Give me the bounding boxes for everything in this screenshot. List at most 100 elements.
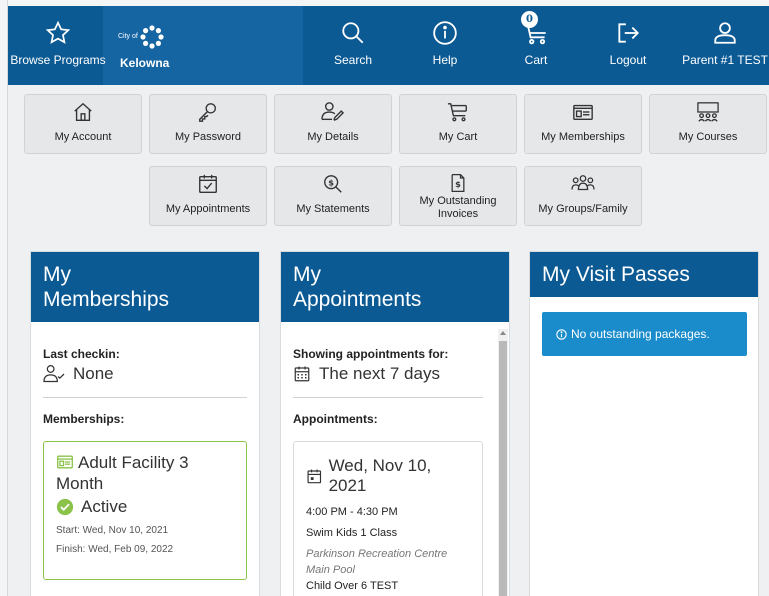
cart-label: Cart xyxy=(524,53,548,67)
card-title-line2: Appointments xyxy=(293,288,422,311)
appointments-label: Appointments: xyxy=(293,412,378,426)
logout-button[interactable]: Logout xyxy=(593,6,663,85)
card-title-line1: My xyxy=(293,263,321,286)
tile-my-outstanding-invoices[interactable]: $ My Outstanding Invoices xyxy=(399,166,517,226)
tile-label-line1: My Outstanding xyxy=(419,195,497,207)
memberships-card: My Memberships Last checkin: None Member… xyxy=(30,251,260,596)
logout-icon xyxy=(618,23,640,43)
cart-button[interactable]: 0 Cart xyxy=(503,6,569,85)
user-account-button[interactable]: Parent #1 TEST xyxy=(681,6,769,85)
appointments-card: My Appointments Showing appointments for… xyxy=(280,251,510,596)
top-navigation-bar: Browse Programs City of Kelowna Search H… xyxy=(8,6,769,85)
card-title-line1: My xyxy=(43,263,71,286)
tile-label: My Appointments xyxy=(165,203,251,215)
tile-label: My Details xyxy=(307,131,359,143)
appointment-item[interactable]: Wed, Nov 10, 2021 4:00 PM - 4:30 PM Swim… xyxy=(293,441,483,596)
calendar-check-icon xyxy=(199,174,217,193)
key-icon xyxy=(199,103,217,122)
appointment-date-row: Wed, Nov 10, 2021 xyxy=(306,456,470,496)
appointments-card-header: My Appointments xyxy=(281,252,509,322)
tile-my-password[interactable]: My Password xyxy=(149,94,267,154)
search-button[interactable]: Search xyxy=(318,6,388,85)
appointment-time: 4:00 PM - 4:30 PM xyxy=(306,506,398,518)
browse-programs-label: Browse Programs xyxy=(10,53,106,67)
tile-label: My Statements xyxy=(296,203,370,215)
search-label: Search xyxy=(333,53,373,67)
tile-my-cart[interactable]: My Cart xyxy=(399,94,517,154)
membership-name-row: Adult Facility 3 Month xyxy=(56,452,234,494)
membership-status-row: Active xyxy=(56,497,234,517)
cart-icon xyxy=(447,103,467,122)
last-checkin-value: None xyxy=(73,364,114,383)
showing-value: The next 7 days xyxy=(319,364,440,383)
visit-passes-card-header: My Visit Passes xyxy=(530,252,758,297)
group-icon xyxy=(571,175,595,191)
tile-label: My Courses xyxy=(678,131,738,143)
help-label: Help xyxy=(432,53,458,67)
user-edit-icon xyxy=(321,102,345,121)
search-icon xyxy=(342,22,364,44)
tile-label: My Groups/Family xyxy=(538,203,628,215)
alert-text: No outstanding packages. xyxy=(571,327,710,341)
divider xyxy=(293,397,483,398)
user-check-icon xyxy=(43,365,65,383)
last-checkin-value-row: None xyxy=(43,364,114,384)
user-icon xyxy=(714,22,736,44)
no-packages-alert: No outstanding packages. xyxy=(542,312,747,356)
logout-label: Logout xyxy=(609,53,647,67)
tile-label: My Account xyxy=(54,131,112,143)
page: Browse Programs City of Kelowna Search H… xyxy=(8,6,769,596)
tile-my-courses[interactable]: My Courses xyxy=(649,94,767,154)
info-icon xyxy=(556,328,567,340)
tile-label: My Password xyxy=(174,131,242,143)
calendar-day-icon xyxy=(307,469,322,483)
star-icon xyxy=(45,20,71,44)
tile-my-account[interactable]: My Account xyxy=(24,94,142,154)
card-title: My Visit Passes xyxy=(542,263,690,286)
scroll-up-arrow-icon[interactable] xyxy=(500,331,506,335)
invoice-dollar-icon: $ xyxy=(451,174,465,192)
search-dollar-icon: $ xyxy=(324,175,342,193)
id-card-icon xyxy=(57,455,73,469)
membership-status: Active xyxy=(81,497,128,516)
visit-passes-card: My Visit Passes No outstanding packages. xyxy=(529,251,759,596)
cart-count-badge: 0 xyxy=(521,11,538,28)
membership-finish: Finish: Wed, Feb 09, 2022 xyxy=(56,544,174,555)
logo-emblem-icon xyxy=(140,25,164,49)
appointment-class: Swim Kids 1 Class xyxy=(306,527,398,539)
tile-label: My Cart xyxy=(438,131,478,143)
appointment-date: Wed, Nov 10, 2021 xyxy=(328,456,432,495)
info-icon xyxy=(433,21,457,45)
tile-label: My Outstanding Invoices xyxy=(419,195,496,221)
tile-label-line2: Invoices xyxy=(437,208,479,220)
membership-name: Adult Facility 3 Month xyxy=(56,453,189,493)
card-title-line2: Memberships xyxy=(43,288,170,311)
classroom-icon xyxy=(697,102,719,122)
appointments-scrollbar[interactable] xyxy=(498,329,508,596)
help-button[interactable]: Help xyxy=(410,6,480,85)
membership-item[interactable]: Adult Facility 3 Month Active Start: Wed… xyxy=(43,441,247,580)
memberships-card-header: My Memberships xyxy=(31,252,259,322)
kelowna-logo[interactable]: City of Kelowna xyxy=(118,24,169,70)
home-icon xyxy=(74,102,92,121)
appointment-person: Child Over 6 TEST xyxy=(306,580,399,592)
tile-my-details[interactable]: My Details xyxy=(274,94,392,154)
appointment-location-line1: Parkinson Recreation Centre xyxy=(306,548,448,560)
tile-my-memberships[interactable]: My Memberships xyxy=(524,94,642,154)
memberships-label: Memberships: xyxy=(43,412,125,426)
calendar-week-icon xyxy=(294,366,310,382)
scrollbar-thumb[interactable] xyxy=(499,341,507,596)
browse-programs-button[interactable]: Browse Programs xyxy=(8,6,108,85)
showing-label: Showing appointments for: xyxy=(293,347,449,361)
svg-text:$: $ xyxy=(455,179,461,189)
tile-my-statements[interactable]: $ My Statements xyxy=(274,166,392,226)
svg-text:$: $ xyxy=(328,177,334,187)
tile-my-appointments[interactable]: My Appointments xyxy=(149,166,267,226)
divider xyxy=(43,397,247,398)
tile-label: My Memberships xyxy=(541,131,625,143)
id-card-icon xyxy=(573,104,593,121)
tile-my-groups-family[interactable]: My Groups/Family xyxy=(524,166,642,226)
check-circle-icon xyxy=(56,498,74,516)
logo-name-text: Kelowna xyxy=(120,56,170,70)
appointment-location-line2: Main Pool xyxy=(306,564,355,576)
